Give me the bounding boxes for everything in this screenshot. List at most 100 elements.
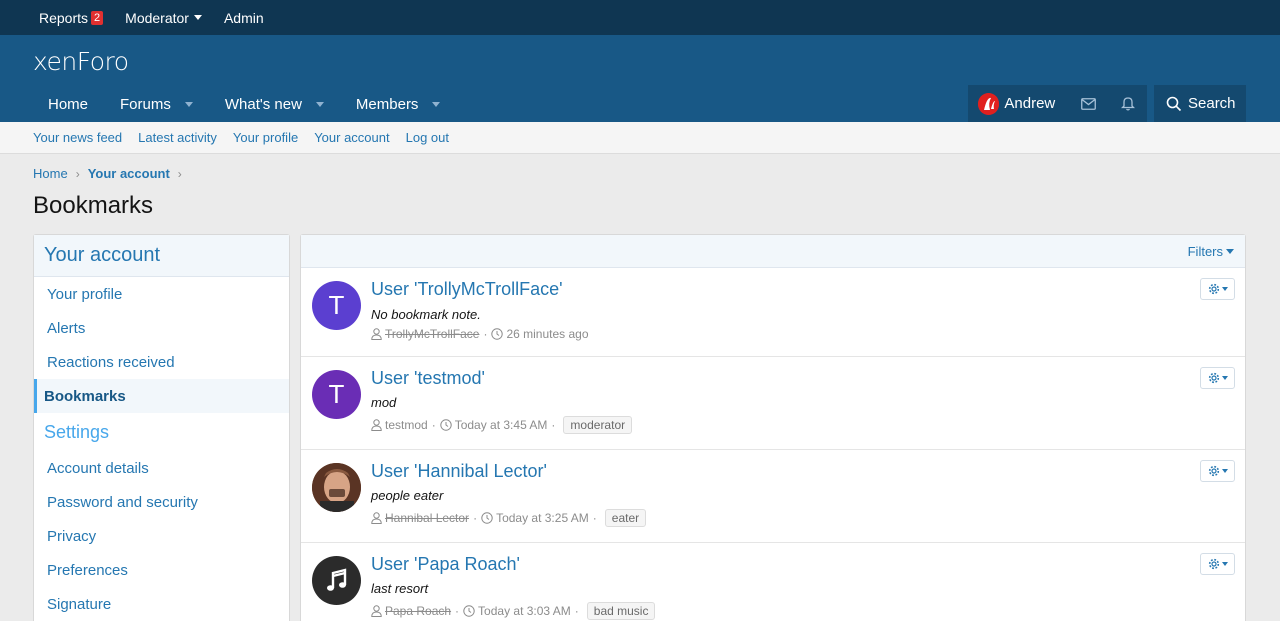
subnav-log-out[interactable]: Log out bbox=[406, 130, 449, 145]
bookmark-label-tag[interactable]: moderator bbox=[563, 416, 633, 434]
bookmark-note: No bookmark note. bbox=[371, 307, 481, 322]
avatar[interactable] bbox=[312, 463, 361, 512]
chevron-down-icon bbox=[1221, 469, 1228, 473]
reports-label: Reports bbox=[39, 9, 89, 26]
nav-tab-label: Forums bbox=[120, 96, 171, 113]
avatar-letter: T bbox=[328, 290, 345, 320]
clock-icon bbox=[463, 605, 475, 617]
chevron-down-icon[interactable] bbox=[315, 102, 324, 107]
bell-icon bbox=[1120, 97, 1135, 111]
sidebar-item-password-security[interactable]: Password and security bbox=[34, 485, 289, 519]
bookmark-label-tag[interactable]: eater bbox=[604, 509, 647, 527]
staff-bar: Reports 2 Moderator Admin bbox=[0, 0, 1280, 35]
separator-dot: · bbox=[592, 511, 597, 525]
bookmark-title[interactable]: User 'TrollyMcTrollFace' bbox=[371, 279, 563, 300]
separator-dot: · bbox=[551, 418, 556, 432]
sidebar-item-signature[interactable]: Signature bbox=[34, 587, 289, 621]
bookmark-note: people eater bbox=[371, 488, 444, 503]
sidebar-item-account-details[interactable]: Account details bbox=[34, 451, 289, 485]
nav-tab-members[interactable]: Members bbox=[340, 87, 457, 122]
user-icon bbox=[371, 512, 382, 524]
moderator-label: Moderator bbox=[125, 9, 189, 26]
list-item: User 'Papa Roach' last resort Papa Roach… bbox=[301, 543, 1245, 621]
chevron-down-icon bbox=[193, 15, 202, 20]
subnav-latest-activity[interactable]: Latest activity bbox=[138, 130, 217, 145]
avatar[interactable]: T bbox=[312, 370, 361, 419]
sidebar-item-preferences[interactable]: Preferences bbox=[34, 553, 289, 587]
gear-icon bbox=[1208, 465, 1219, 477]
bookmark-title[interactable]: User 'testmod' bbox=[371, 368, 485, 389]
bookmark-options-button[interactable] bbox=[1200, 460, 1235, 482]
nav-tab-home[interactable]: Home bbox=[33, 87, 104, 122]
bookmark-user[interactable]: Hannibal Lector bbox=[385, 511, 469, 525]
chevron-down-icon[interactable] bbox=[184, 102, 193, 107]
avatar[interactable] bbox=[312, 556, 361, 605]
user-icon bbox=[371, 419, 382, 431]
bookmark-time[interactable]: Today at 3:25 AM bbox=[496, 511, 589, 525]
bookmark-user[interactable]: TrollyMcTrollFace bbox=[385, 327, 479, 341]
user-icon bbox=[371, 605, 382, 617]
account-sidebar: Your account Your profile Alerts Reactio… bbox=[33, 234, 290, 621]
bookmark-time[interactable]: 26 minutes ago bbox=[506, 327, 588, 341]
gear-icon bbox=[1208, 372, 1219, 384]
clock-icon bbox=[481, 512, 493, 524]
bookmark-options-button[interactable] bbox=[1200, 278, 1235, 300]
sidebar-item-privacy[interactable]: Privacy bbox=[34, 519, 289, 553]
chevron-down-icon bbox=[1221, 376, 1228, 380]
bookmark-meta: Papa Roach · Today at 3:03 AM · bad musi… bbox=[371, 602, 656, 620]
avatar[interactable] bbox=[978, 92, 1000, 115]
chevron-down-icon bbox=[1221, 562, 1228, 566]
separator-dot: · bbox=[473, 511, 478, 525]
filter-bar: Filters bbox=[301, 235, 1245, 268]
bookmark-meta: TrollyMcTrollFace · 26 minutes ago bbox=[371, 327, 589, 341]
clock-icon bbox=[439, 419, 452, 431]
bookmark-title[interactable]: User 'Papa Roach' bbox=[371, 554, 520, 575]
site-header: xenForo Home Forums What's new Members A… bbox=[0, 35, 1280, 122]
bookmark-user[interactable]: Papa Roach bbox=[385, 604, 451, 618]
nav-tab-label: What's new bbox=[224, 96, 302, 113]
sidebar-item-alerts[interactable]: Alerts bbox=[34, 311, 289, 345]
breadcrumb-home[interactable]: Home bbox=[33, 166, 68, 181]
subnav-your-profile[interactable]: Your profile bbox=[233, 130, 298, 145]
admin-link[interactable]: Admin bbox=[224, 10, 264, 26]
user-icon bbox=[371, 328, 382, 340]
nav-tab-whats-new[interactable]: What's new bbox=[209, 87, 340, 122]
separator-dot: · bbox=[483, 327, 488, 341]
filters-button[interactable]: Filters bbox=[1188, 244, 1223, 259]
user-account-box: Andrew bbox=[968, 85, 1147, 122]
sidebar-item-your-profile[interactable]: Your profile bbox=[34, 277, 289, 311]
bookmark-label-tag[interactable]: bad music bbox=[586, 602, 656, 620]
chevron-down-icon bbox=[1221, 287, 1228, 291]
subnav-news-feed[interactable]: Your news feed bbox=[33, 130, 122, 145]
chevron-down-icon[interactable] bbox=[1226, 248, 1234, 254]
breadcrumb-your-account[interactable]: Your account bbox=[88, 166, 170, 181]
search-label: Search bbox=[1188, 95, 1236, 112]
page-title: Bookmarks bbox=[33, 192, 154, 219]
gear-icon bbox=[1208, 558, 1219, 570]
inbox-button[interactable] bbox=[1069, 85, 1108, 122]
bookmark-options-button[interactable] bbox=[1200, 367, 1235, 389]
moderator-menu[interactable]: Moderator bbox=[125, 10, 202, 26]
user-name[interactable]: Andrew bbox=[1004, 95, 1055, 112]
site-logo[interactable]: xenForo bbox=[33, 47, 129, 76]
reports-link[interactable]: Reports 2 bbox=[39, 9, 104, 26]
search-button[interactable]: Search bbox=[1154, 85, 1246, 122]
nav-tab-label: Home bbox=[48, 96, 89, 113]
nav-tab-forums[interactable]: Forums bbox=[104, 87, 209, 122]
subnav-your-account[interactable]: Your account bbox=[314, 130, 389, 145]
list-item: T User 'TrollyMcTrollFace' No bookmark n… bbox=[301, 268, 1245, 357]
bookmark-options-button[interactable] bbox=[1200, 553, 1235, 575]
sub-nav: Your news feed Latest activity Your prof… bbox=[0, 122, 1280, 154]
bookmark-time[interactable]: Today at 3:45 AM bbox=[455, 418, 548, 432]
avatar[interactable]: T bbox=[312, 281, 361, 330]
main-nav: Home Forums What's new Members bbox=[33, 87, 456, 122]
breadcrumb: Home › Your account › bbox=[33, 166, 190, 181]
alerts-button[interactable] bbox=[1108, 85, 1147, 122]
bookmark-title[interactable]: User 'Hannibal Lector' bbox=[371, 461, 547, 482]
chevron-down-icon[interactable] bbox=[432, 102, 441, 107]
gear-icon bbox=[1208, 283, 1219, 295]
sidebar-item-bookmarks[interactable]: Bookmarks bbox=[34, 379, 289, 413]
sidebar-item-reactions-received[interactable]: Reactions received bbox=[34, 345, 289, 379]
bookmark-user[interactable]: testmod bbox=[385, 418, 428, 432]
bookmark-time[interactable]: Today at 3:03 AM bbox=[478, 604, 571, 618]
